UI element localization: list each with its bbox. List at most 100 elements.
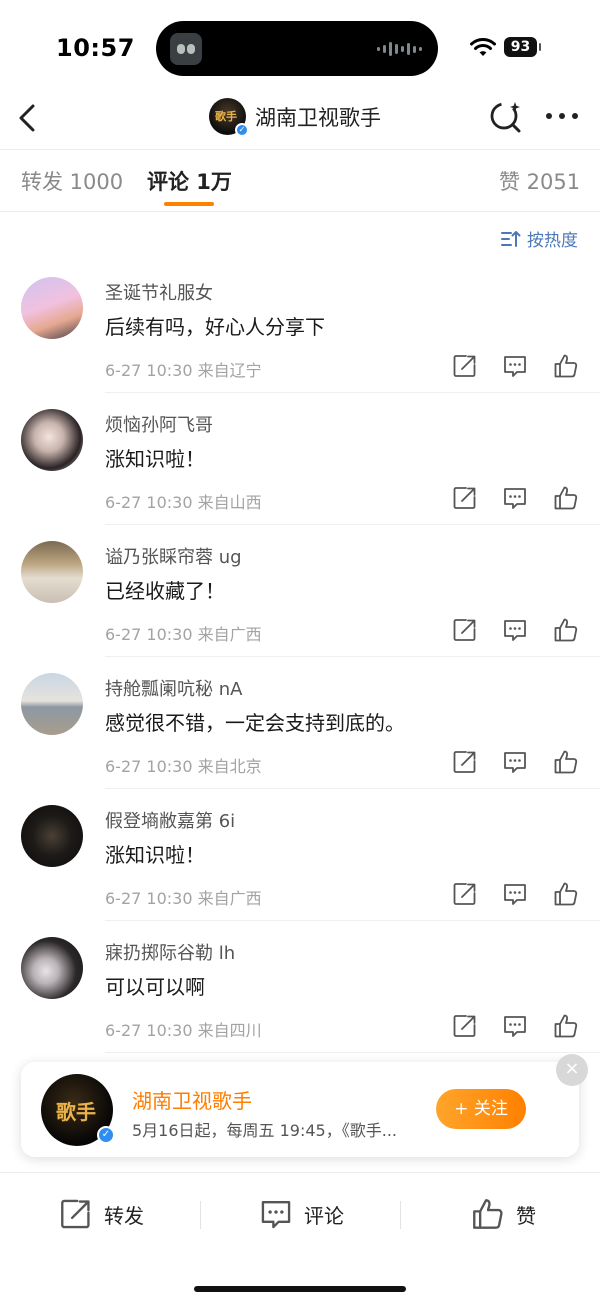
reply-icon[interactable]: [502, 485, 528, 511]
comment-item[interactable]: 圣诞节礼服女 后续有吗，好心人分享下 6-27 10:30 来自辽宁: [0, 277, 600, 409]
comment-location: 来自北京: [197, 757, 262, 776]
comment-username[interactable]: 烦恼孙阿飞哥: [105, 411, 213, 437]
commenter-avatar[interactable]: [21, 541, 83, 603]
comment-text: 后续有吗，好心人分享下: [105, 315, 325, 339]
dynamic-island[interactable]: [156, 21, 438, 76]
nav-divider: [0, 149, 600, 150]
follow-suggestion-card[interactable]: ✓ 湖南卫视歌手 5月16日起，每周五 19:45，《歌手... + 关注 ×: [21, 1054, 588, 1157]
comment-text: 涨知识啦！: [105, 447, 205, 471]
like-icon[interactable]: [553, 617, 579, 643]
reply-icon[interactable]: [502, 353, 528, 379]
comment-text: 已经收藏了！: [105, 579, 225, 603]
comment-meta: 6-27 10:30 来自广西: [105, 885, 262, 909]
commenter-avatar[interactable]: [21, 409, 83, 471]
comment-item[interactable]: 谥乃张睬帘蓉 ug 已经收藏了！ 6-27 10:30 来自广西: [0, 541, 600, 673]
comment-username[interactable]: 圣诞节礼服女: [105, 279, 213, 305]
like-button[interactable]: 赞: [470, 1197, 536, 1231]
comment-time: 6-27 10:30: [105, 1021, 193, 1040]
repost-icon[interactable]: [452, 485, 478, 511]
comment-username[interactable]: 假登墒敝嘉第 6i: [105, 807, 235, 833]
commenter-avatar[interactable]: [21, 277, 83, 339]
comment-divider: [105, 392, 600, 393]
popup-account-avatar[interactable]: ✓: [41, 1074, 115, 1146]
repost-icon[interactable]: [452, 353, 478, 379]
like-icon[interactable]: [553, 353, 579, 379]
search-icon[interactable]: [488, 99, 524, 135]
comment-divider: [105, 788, 600, 789]
commenter-avatar[interactable]: [21, 937, 83, 999]
status-time: 10:57: [56, 34, 135, 62]
comment-button[interactable]: 评论: [258, 1197, 344, 1231]
repost-icon[interactable]: [452, 617, 478, 643]
close-icon[interactable]: ×: [556, 1054, 588, 1086]
comment-item[interactable]: 寐扔掷际谷勒 lh 可以可以啊 6-27 10:30 来自四川: [0, 937, 600, 1069]
repost-icon[interactable]: [452, 1013, 478, 1039]
repost-icon[interactable]: [452, 749, 478, 775]
more-options-icon[interactable]: [544, 108, 580, 124]
comment-divider: [105, 1052, 600, 1053]
tab-bar: 转发 1000 评论 1万 赞 2051: [0, 152, 600, 212]
comment-time: 6-27 10:30: [105, 625, 193, 644]
repost-button[interactable]: 转发: [58, 1197, 144, 1231]
account-avatar[interactable]: ✓: [209, 98, 249, 137]
reply-icon[interactable]: [502, 617, 528, 643]
like-icon: [470, 1197, 506, 1231]
comment-location: 来自山西: [197, 493, 262, 512]
comment-location: 来自辽宁: [197, 361, 262, 380]
bottom-divider: [200, 1201, 201, 1229]
tabs-divider: [0, 211, 600, 212]
tab-likes[interactable]: 赞 2051: [499, 166, 580, 196]
battery-indicator: 93: [504, 37, 541, 57]
repost-icon: [58, 1197, 94, 1231]
comment-text: 可以可以啊: [105, 975, 205, 999]
back-arrow-icon[interactable]: [14, 98, 42, 138]
comment-text: 感觉很不错，一定会支持到底的。: [105, 711, 405, 735]
comment-meta: 6-27 10:30 来自山西: [105, 489, 262, 513]
nav-title: 湖南卫视歌手: [255, 105, 381, 130]
reply-icon[interactable]: [502, 749, 528, 775]
nav-bar: ✓ 湖南卫视歌手: [0, 92, 600, 148]
comment-username[interactable]: 寐扔掷际谷勒 lh: [105, 939, 235, 965]
verified-badge-icon: ✓: [97, 1126, 115, 1144]
comment-meta: 6-27 10:30 来自广西: [105, 621, 262, 645]
home-indicator[interactable]: [194, 1286, 406, 1292]
like-icon[interactable]: [553, 749, 579, 775]
sort-icon: [501, 230, 521, 247]
reply-icon[interactable]: [502, 881, 528, 907]
popup-account-name[interactable]: 湖南卫视歌手: [132, 1085, 252, 1114]
comment-meta: 6-27 10:30 来自四川: [105, 1017, 262, 1041]
comment-item[interactable]: 持舱瓢阑吭秘 nA 感觉很不错，一定会支持到底的。 6-27 10:30 来自北…: [0, 673, 600, 805]
comment-label: 评论: [304, 1203, 344, 1228]
repost-icon[interactable]: [452, 881, 478, 907]
comment-username[interactable]: 持舱瓢阑吭秘 nA: [105, 675, 242, 701]
comment-meta: 6-27 10:30 来自北京: [105, 753, 262, 777]
like-icon[interactable]: [553, 485, 579, 511]
comment-meta: 6-27 10:30 来自辽宁: [105, 357, 262, 381]
comment-time: 6-27 10:30: [105, 889, 193, 908]
status-bar: 10:57 93: [0, 0, 600, 92]
bottom-divider: [400, 1201, 401, 1229]
audio-wave-icon: [377, 41, 422, 57]
comment-time: 6-27 10:30: [105, 361, 193, 380]
tab-reposts[interactable]: 转发 1000: [21, 166, 123, 196]
comment-item[interactable]: 假登墒敝嘉第 6i 涨知识啦！ 6-27 10:30 来自广西: [0, 805, 600, 937]
comment-location: 来自四川: [197, 1021, 262, 1040]
reply-icon[interactable]: [502, 1013, 528, 1039]
comment-item[interactable]: 烦恼孙阿飞哥 涨知识啦！ 6-27 10:30 来自山西: [0, 409, 600, 541]
like-icon[interactable]: [553, 881, 579, 907]
sort-by-hot-button[interactable]: 按热度: [501, 226, 578, 251]
comment-icon: [258, 1197, 294, 1231]
sort-label: 按热度: [527, 231, 578, 251]
like-icon[interactable]: [553, 1013, 579, 1039]
commenter-avatar[interactable]: [21, 805, 83, 867]
comment-location: 来自广西: [197, 625, 262, 644]
comment-time: 6-27 10:30: [105, 757, 193, 776]
nav-account[interactable]: ✓ 湖南卫视歌手: [209, 98, 381, 137]
tab-comments[interactable]: 评论 1万: [147, 166, 232, 196]
wifi-icon: [470, 38, 496, 56]
comment-username[interactable]: 谥乃张睬帘蓉 ug: [105, 543, 242, 569]
follow-button[interactable]: + 关注: [436, 1089, 526, 1129]
bottom-action-bar: 转发 评论 赞: [0, 1172, 600, 1304]
commenter-avatar[interactable]: [21, 673, 83, 735]
comment-divider: [105, 524, 600, 525]
